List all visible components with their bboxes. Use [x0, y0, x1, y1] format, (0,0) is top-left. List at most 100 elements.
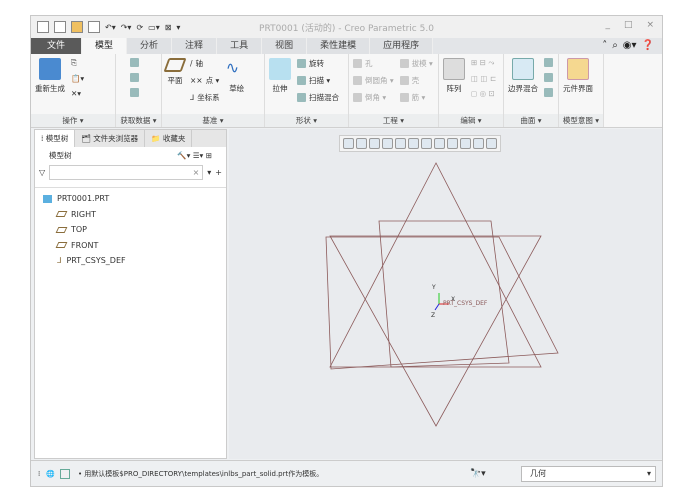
tab-model[interactable]: 模型: [82, 38, 128, 54]
group-shapes: 拉伸 旋转 扫描 ▾ 扫描混合 形状 ▾: [265, 54, 349, 127]
shrinkwrap-icon[interactable]: [130, 88, 139, 97]
hole-button[interactable]: 孔: [353, 58, 394, 69]
add-column-icon[interactable]: +: [215, 168, 222, 177]
window-title: PRT0001 (活动的) - Creo Parametric 5.0: [259, 24, 434, 34]
style-icon[interactable]: [544, 73, 553, 82]
status-bar: ⁞ 🌐 • 用默认模板$PRO_DIRECTORY\templates\inlb…: [31, 460, 662, 486]
part-icon: [43, 194, 52, 203]
title-bar: ↶▾ ↷▾ ⟳ ▭▾ ⊠ ▾ PRT0001 (活动的) - Creo Para…: [31, 16, 662, 38]
close-button[interactable]: ×: [646, 20, 654, 30]
group-operations: 重新生成 ⎘ 📋▾ ✕▾ 操作 ▾: [31, 54, 116, 127]
tree-settings-icon[interactable]: 🔨▾ ☰▾ ⊞: [177, 151, 212, 160]
minimize-button[interactable]: _: [605, 20, 610, 30]
copy-geometry-icon[interactable]: [130, 73, 139, 82]
status-message: • 用默认模板$PRO_DIRECTORY\templates\inlbs_pa…: [77, 469, 324, 478]
component-interface-icon: [567, 58, 589, 80]
tree-item-front[interactable]: FRONT: [43, 238, 226, 254]
delete-icon[interactable]: ✕▾: [71, 89, 84, 98]
group-label[interactable]: 基准 ▾: [162, 114, 264, 127]
help-icon[interactable]: ❓: [642, 40, 654, 51]
revolve-button[interactable]: 旋转: [297, 58, 339, 69]
fullscreen-icon[interactable]: [59, 468, 70, 479]
tree-item-csys[interactable]: ⅃ PRT_CSYS_DEF: [43, 253, 226, 269]
datum-planes-drawing: Y X Z PRT_CSYS_DEF: [325, 162, 559, 427]
mirror-icon[interactable]: ⊞ ⊟ ⤳: [471, 58, 496, 68]
user-defined-feature-icon[interactable]: [130, 58, 139, 67]
datum-plane-icon: [55, 211, 68, 218]
tab-analysis[interactable]: 分析: [127, 38, 173, 54]
tab-model-tree[interactable]: ⁞ 模型树: [35, 130, 76, 147]
rib-button[interactable]: 筋 ▾: [399, 92, 433, 103]
search-icon[interactable]: ⌕: [612, 40, 618, 51]
merge-icon[interactable]: ◫ ◫ ⊏: [471, 74, 496, 83]
axis-y-label: Y: [431, 284, 436, 291]
chevron-down-icon: ▾: [646, 469, 651, 478]
axis-button[interactable]: / 轴: [190, 58, 220, 69]
app-window: ↶▾ ↷▾ ⟳ ▭▾ ⊠ ▾ PRT0001 (活动的) - Creo Para…: [30, 15, 663, 487]
tree-search-input[interactable]: ×: [49, 164, 204, 180]
paste-icon[interactable]: 📋▾: [71, 74, 84, 83]
group-model-intent: 元件界面 模型意图 ▾: [559, 54, 604, 127]
tree-item-part[interactable]: PRT0001.PRT: [43, 191, 226, 207]
regenerate-icon: [39, 58, 61, 80]
collapse-ribbon-icon[interactable]: ˄: [602, 40, 607, 51]
group-surfaces: 边界混合 曲面 ▾: [504, 54, 559, 127]
offset-icon[interactable]: ◻ ◎ ⊡: [471, 89, 496, 98]
boundary-blend-icon: [512, 58, 534, 80]
tab-applications[interactable]: 应用程序: [370, 38, 434, 54]
tab-flexible-modeling[interactable]: 柔性建模: [307, 38, 371, 54]
maximize-button[interactable]: □: [624, 20, 633, 30]
freestyle-icon[interactable]: [544, 88, 553, 97]
tree-item-top[interactable]: TOP: [43, 222, 226, 238]
plane-icon: [163, 58, 187, 72]
fill-icon[interactable]: [544, 58, 553, 67]
datum-plane-icon: [55, 242, 68, 249]
csys-button[interactable]: ⅃ 坐标系: [190, 92, 220, 103]
swept-blend-button[interactable]: 扫描混合: [297, 92, 339, 103]
search-options-icon[interactable]: ▾: [207, 168, 211, 177]
navigator-toggle-icon[interactable]: ⁞: [38, 470, 40, 478]
group-editing: 阵列 ⊞ ⊟ ⤳ ◫ ◫ ⊏ ◻ ◎ ⊡ 编辑 ▾: [439, 54, 504, 127]
graphics-area[interactable]: Y X Z PRT_CSYS_DEF: [229, 129, 662, 459]
axis-z-label: Z: [431, 312, 435, 319]
tab-favorites[interactable]: 📁 收藏夹: [145, 130, 193, 147]
datum-plane-front: [325, 236, 559, 370]
group-label[interactable]: 形状 ▾: [265, 114, 348, 127]
selection-filter-dropdown[interactable]: 几何 ▾: [521, 466, 656, 482]
tab-annotate[interactable]: 注释: [172, 38, 218, 54]
draft-button[interactable]: 拔模 ▾: [399, 58, 433, 69]
datum-plane-top: [329, 235, 542, 427]
group-label[interactable]: 操作 ▾: [31, 114, 115, 127]
sweep-button[interactable]: 扫描 ▾: [297, 75, 339, 86]
ribbon-tabs: 文件 模型 分析 注释 工具 视图 柔性建模 应用程序 ˄ ⌕ ◉▾ ❓: [31, 38, 662, 54]
tab-folder-browser[interactable]: 🗂 文件夹浏览器: [75, 130, 146, 147]
copy-icon[interactable]: ⎘: [71, 58, 84, 68]
chamfer-button[interactable]: 倒角 ▾: [353, 92, 394, 103]
round-button[interactable]: 倒圆角 ▾: [353, 75, 394, 86]
group-get-data: 获取数据 ▾: [116, 54, 162, 127]
find-icon[interactable]: 🔭▾: [470, 469, 486, 479]
sketch-icon: ∿: [225, 58, 240, 77]
community-icon[interactable]: ◉▾: [623, 40, 637, 51]
datum-plane-front-2: [378, 220, 510, 368]
browser-toggle-icon[interactable]: 🌐: [46, 470, 55, 478]
shell-button[interactable]: 壳: [399, 75, 433, 86]
group-engineering: 孔倒圆角 ▾ 倒角 ▾ 拔模 ▾ 壳筋 ▾ 工程 ▾: [349, 54, 439, 127]
group-label[interactable]: 曲面 ▾: [504, 114, 558, 127]
csys-icon: ⅃: [57, 256, 62, 266]
csys-label: PRT_CSYS_DEF: [443, 300, 488, 307]
extrude-icon: [269, 58, 291, 80]
ribbon: 重新生成 ⎘ 📋▾ ✕▾ 操作 ▾ 获取数据 ▾ 平面 / 轴 ×× 点 ▾ ⅃ 坐标系…: [31, 54, 662, 128]
group-label[interactable]: 编辑 ▾: [439, 114, 503, 127]
group-label[interactable]: 工程 ▾: [349, 114, 438, 127]
group-label[interactable]: 获取数据 ▾: [116, 114, 161, 127]
tab-file[interactable]: 文件: [31, 38, 83, 54]
tree-item-right[interactable]: RIGHT: [43, 207, 226, 223]
model-tree-header: 模型树: [49, 150, 72, 160]
group-label[interactable]: 模型意图 ▾: [559, 114, 603, 127]
filter-icon[interactable]: ▽: [39, 168, 45, 177]
tab-view[interactable]: 视图: [262, 38, 308, 54]
point-button[interactable]: ×× 点 ▾: [190, 75, 220, 86]
tab-tools[interactable]: 工具: [217, 38, 263, 54]
datum-plane-icon: [55, 226, 68, 233]
